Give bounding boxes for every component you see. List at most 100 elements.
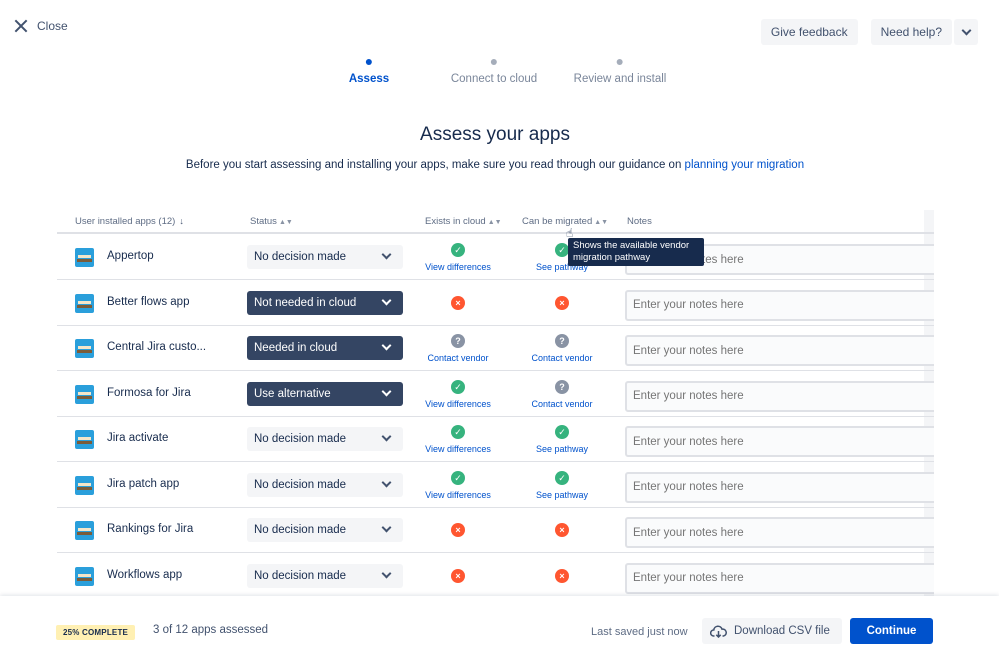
app-icon: [75, 430, 94, 449]
help-icon: ?: [555, 379, 569, 394]
download-csv-button[interactable]: Download CSV file: [702, 618, 842, 644]
status-select[interactable]: Use alternative: [247, 381, 403, 406]
exists-in-cloud-cell: ✓ View differences: [413, 425, 503, 454]
exists-link[interactable]: View differences: [413, 262, 503, 272]
help-icon: ?: [555, 334, 569, 348]
cross-icon: ×: [555, 295, 569, 310]
status-value: Not needed in cloud: [254, 296, 357, 309]
help-icon: ?: [451, 334, 465, 348]
progress-tracker: Assess Connect to cloud Review and insta…: [0, 59, 999, 89]
exists-in-cloud-cell: ×: [413, 295, 503, 310]
header-actions: Give feedback Need help?: [760, 19, 978, 45]
can-be-migrated-cell: ×: [517, 523, 607, 537]
header-exists[interactable]: Exists in cloud ▲▼: [425, 216, 502, 227]
migration-pathway-tooltip: Shows the available vendor migration pat…: [568, 238, 704, 266]
notes-input[interactable]: [625, 289, 934, 321]
continue-button[interactable]: Continue: [850, 618, 933, 644]
exists-link[interactable]: Contact vendor: [413, 353, 503, 363]
app-name: Workflows app: [107, 568, 183, 581]
status-select[interactable]: Needed in cloud: [247, 336, 403, 360]
app-name: Appertop: [107, 250, 154, 262]
status-select[interactable]: No decision made: [247, 245, 403, 269]
notes-input[interactable]: [625, 426, 934, 457]
header-apps[interactable]: User installed apps (12) ↓: [75, 216, 184, 227]
exists-link[interactable]: View differences: [413, 444, 503, 454]
notes-input[interactable]: [625, 335, 934, 366]
step-connect-to-cloud: Connect to cloud: [451, 59, 537, 85]
notes-input[interactable]: [625, 562, 934, 594]
notes-input[interactable]: [625, 380, 934, 412]
app-name: Rankings for Jira: [107, 523, 194, 535]
app-name: Jira patch app: [107, 477, 180, 490]
exists-link[interactable]: View differences: [413, 490, 503, 500]
header-apps-label: User installed apps (12): [75, 216, 176, 227]
table-row: Jira activate No decision made ✓ View di…: [57, 416, 934, 462]
notes-input[interactable]: [625, 471, 934, 503]
app-name: Central Jira custo...: [107, 341, 207, 353]
can-be-migrated-cell: ×: [517, 295, 607, 310]
can-be-migrated-cell: ✓ See pathway: [517, 425, 607, 454]
status-value: No decision made: [254, 524, 347, 536]
app-icon: [75, 521, 94, 540]
step-dot: [491, 59, 497, 65]
cross-icon: ×: [451, 568, 465, 583]
chevron-down-icon: [381, 340, 392, 351]
check-icon: ✓: [451, 470, 465, 485]
hand-cursor-icon: ☝: [566, 226, 574, 240]
table-row: Rankings for Jira No decision made × ×: [57, 507, 934, 553]
status-select[interactable]: No decision made: [247, 563, 403, 588]
check-icon: ✓: [555, 425, 569, 439]
header-notes-label: Notes: [627, 216, 652, 227]
status-select[interactable]: No decision made: [247, 427, 403, 451]
close-button[interactable]: Close: [14, 19, 68, 33]
intro-body: Before you start assessing and installin…: [185, 159, 685, 171]
cross-icon: ×: [451, 295, 465, 310]
exists-link[interactable]: View differences: [413, 399, 503, 409]
planning-migration-link[interactable]: planning your migration: [685, 159, 805, 171]
migr-link[interactable]: Contact vendor: [517, 399, 607, 409]
step-review-and-install: Review and install: [574, 59, 666, 85]
chevron-down-icon: [381, 249, 392, 260]
app-icon: [75, 384, 94, 404]
table-row: Jira patch app No decision made ✓ View d…: [57, 462, 934, 508]
can-be-migrated-cell: ×: [517, 568, 607, 583]
notes-input[interactable]: [625, 517, 934, 548]
need-help-button[interactable]: Need help?: [870, 19, 952, 45]
intro-text: Before you start assessing and installin…: [0, 159, 990, 171]
app-icon: [75, 293, 94, 313]
app-name: Jira activate: [107, 432, 169, 444]
app-name: Better flows app: [107, 295, 190, 308]
status-select[interactable]: No decision made: [247, 472, 403, 497]
check-icon: ✓: [555, 470, 569, 485]
app-icon: [75, 248, 94, 267]
table-header: User installed apps (12) ↓ Status ▲▼ Exist…: [57, 210, 934, 234]
app-icon: [75, 475, 94, 495]
help-dropdown-button[interactable]: [954, 19, 978, 45]
chevron-down-icon: [381, 568, 392, 578]
status-value: No decision made: [254, 433, 347, 445]
exists-in-cloud-cell: ✓ View differences: [413, 243, 503, 272]
table-row: Appertop No decision made ✓ View differe…: [57, 234, 934, 280]
close-icon: [14, 19, 28, 33]
sort-icon: ▲▼: [278, 219, 293, 226]
migr-link[interactable]: See pathway: [517, 490, 607, 500]
close-label: Close: [37, 19, 68, 33]
status-select[interactable]: No decision made: [247, 518, 403, 542]
sort-icon: ▲▼: [487, 219, 502, 226]
migr-link[interactable]: Contact vendor: [517, 353, 607, 363]
give-feedback-button[interactable]: Give feedback: [760, 19, 858, 45]
completion-badge: 25% COMPLETE: [56, 625, 136, 640]
sort-icon: ▲▼: [594, 219, 609, 226]
chevron-down-icon: [961, 25, 971, 35]
exists-in-cloud-cell: ? Contact vendor: [413, 334, 503, 363]
migr-link[interactable]: See pathway: [517, 444, 607, 454]
status-value: Use alternative: [254, 387, 331, 400]
table-row: Central Jira custo... Needed in cloud ? …: [57, 325, 934, 371]
app-name: Formosa for Jira: [107, 386, 191, 399]
header-status[interactable]: Status ▲▼: [250, 216, 293, 227]
can-be-migrated-cell: ? Contact vendor: [517, 334, 607, 363]
page-title: Assess your apps: [420, 124, 570, 145]
step-assess: Assess: [349, 59, 389, 85]
status-select[interactable]: Not needed in cloud: [247, 290, 403, 315]
check-icon: ✓: [451, 425, 465, 439]
